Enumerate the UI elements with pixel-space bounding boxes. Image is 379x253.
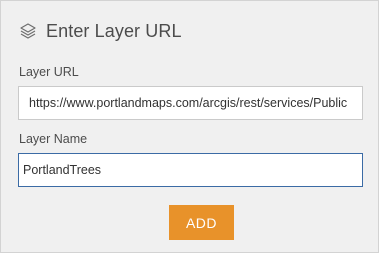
panel-title: Enter Layer URL <box>46 20 182 41</box>
layer-url-input[interactable] <box>18 86 363 120</box>
layer-url-label: Layer URL <box>19 65 79 79</box>
layer-name-label: Layer Name <box>19 132 88 146</box>
layer-name-input[interactable] <box>18 153 363 187</box>
add-button[interactable]: ADD <box>169 205 234 240</box>
panel-header: Enter Layer URL <box>18 19 182 43</box>
layers-icon <box>18 21 38 41</box>
add-layer-panel: Enter Layer URL Layer URL Layer Name ADD <box>0 0 379 253</box>
